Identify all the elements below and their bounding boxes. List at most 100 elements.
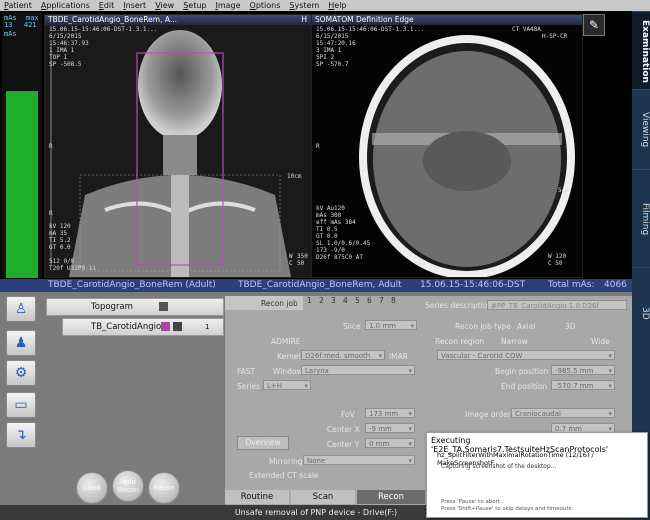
menu-options[interactable]: Options bbox=[250, 0, 281, 11]
transfer-icon[interactable]: ↴ bbox=[6, 422, 36, 448]
pane-marker: H bbox=[301, 15, 307, 24]
status-date: 15.06.15-15:46:06-DST bbox=[420, 280, 526, 290]
tab-viewing[interactable]: Viewing bbox=[632, 89, 650, 170]
test-runner-popup: Executing 'E2E_TA.Somaris7.TestsuiteHzSc… bbox=[426, 432, 648, 518]
recon-job-number[interactable]: 7 bbox=[379, 296, 384, 305]
job-type-label: Recon job type bbox=[455, 322, 511, 331]
hold-recon-button[interactable]: Hold Recon bbox=[112, 470, 144, 502]
pane2-scale: 5cm bbox=[558, 187, 569, 194]
axial-pane[interactable]: SOMATOM Definition Edge 15.06.15-15:46:0… bbox=[311, 14, 583, 278]
recon-job-label: Recon job bbox=[261, 299, 298, 308]
admire-checkbox[interactable]: ADMIRE bbox=[271, 337, 301, 346]
popup-note-2: Press 'Shift+Pause' to skip delays and t… bbox=[441, 506, 574, 512]
image-order-label: Image order bbox=[465, 410, 511, 419]
popup-note-1: Press 'Pause' to abort. bbox=[441, 499, 502, 505]
mirroring-dropdown[interactable]: None bbox=[303, 455, 415, 465]
patient-icon[interactable]: ♙ bbox=[6, 296, 36, 322]
series-type-label: Series bbox=[237, 382, 261, 391]
overview-button[interactable]: Overview bbox=[237, 436, 289, 450]
series-desc-input[interactable]: #PP_TB_CarotidAngio 1.0 D26f bbox=[487, 300, 627, 310]
status-mas-label: Total mAs: bbox=[548, 280, 595, 290]
window-label: Window bbox=[273, 367, 303, 376]
series-row[interactable]: TB_CarotidAngio 1 bbox=[62, 318, 224, 336]
extended-ct-checkbox[interactable]: Extended CT scale bbox=[249, 471, 319, 480]
series-desc-label: Series description bbox=[425, 301, 493, 310]
wide-radio[interactable]: Wide bbox=[591, 337, 610, 346]
series-number: 1 bbox=[205, 323, 210, 331]
pane2-orient-r: R bbox=[316, 143, 320, 150]
patient-model-icon[interactable]: ♟ bbox=[6, 330, 36, 356]
recon-job-number[interactable]: 6 bbox=[367, 296, 372, 305]
center-x-label: Center X bbox=[327, 425, 360, 434]
pane-orient-r2: R bbox=[49, 210, 53, 217]
menu-image[interactable]: Image bbox=[215, 0, 240, 11]
popup-status: Capturing screenshot of the desktop... bbox=[441, 463, 557, 470]
menu-patient[interactable]: Patient bbox=[4, 0, 32, 11]
pane2-params: kV Au120 mAs 300 eff mAs 384 TI 0.5 GT 0… bbox=[316, 205, 371, 261]
recon-job-number[interactable]: 8 bbox=[391, 296, 396, 305]
topogram-row[interactable]: Topogram bbox=[46, 298, 224, 316]
pane-c: C bbox=[289, 260, 293, 267]
wand-icon[interactable]: ✎ bbox=[583, 14, 605, 36]
pane-orient-r: R bbox=[49, 143, 53, 150]
menu-setup[interactable]: Setup bbox=[183, 0, 206, 11]
narrow-radio[interactable]: Narrow bbox=[501, 337, 528, 346]
gauge-value-left: 13 bbox=[4, 21, 13, 29]
pane-info: 15.06.15-15:46:06-DST-1.3.1... 6/15/2015… bbox=[49, 26, 158, 68]
window-dropdown[interactable]: Larynx bbox=[301, 365, 415, 375]
fov-input[interactable]: 173 mm bbox=[365, 408, 415, 418]
tab-scan[interactable]: Scan bbox=[291, 490, 355, 504]
menu-system[interactable]: System bbox=[289, 0, 319, 11]
axial-radio[interactable]: Axial bbox=[517, 322, 535, 331]
recon-job-number[interactable]: 3 bbox=[331, 296, 336, 305]
tab-routine[interactable]: Routine bbox=[225, 490, 289, 504]
pane2-info: 15.06.15-15:46:06-DST-1.3.1... 6/15/2015… bbox=[316, 26, 425, 68]
center-y-input[interactable]: 0 mm bbox=[365, 438, 415, 448]
load-button[interactable]: Load bbox=[76, 472, 108, 504]
workflow-icon[interactable]: ⚙ bbox=[6, 360, 36, 386]
status-mas-value: 4066 bbox=[604, 280, 627, 290]
pane-header: TBDE_CarotidAngio_BoneRem, A... H bbox=[45, 15, 311, 25]
recon-job-number[interactable]: 5 bbox=[355, 296, 360, 305]
fov-label: FoV bbox=[341, 410, 355, 419]
kernel-dropdown[interactable]: D26f med. smooth bbox=[301, 350, 385, 360]
recon-button[interactable]: Recon bbox=[148, 472, 180, 504]
tool-column: ♙ ♟ ⚙ ▭ ↴ bbox=[2, 294, 40, 454]
center-x-input[interactable]: -9 mm bbox=[365, 423, 415, 433]
imar-checkbox[interactable]: iMAR bbox=[389, 352, 408, 361]
status-protocol: TBDE_CarotidAngio_BoneRem (Adult) bbox=[48, 280, 216, 290]
menu-edit[interactable]: Edit bbox=[99, 0, 115, 11]
topogram-thumb-icon bbox=[159, 302, 168, 311]
recon-region-dropdown[interactable]: Vascular - Carotid COW bbox=[437, 350, 615, 360]
gauge-fill bbox=[6, 91, 38, 278]
menu-insert[interactable]: Insert bbox=[123, 0, 146, 11]
tab-examination[interactable]: Examination bbox=[632, 11, 650, 90]
menu-view[interactable]: View bbox=[155, 0, 174, 11]
begin-input[interactable]: -985.5 mm bbox=[551, 365, 615, 375]
3d-radio[interactable]: 3D bbox=[565, 322, 576, 331]
tab-filming[interactable]: Filming bbox=[632, 169, 650, 268]
topogram-pane[interactable]: TBDE_CarotidAngio_BoneRem, A... H 15.06.1… bbox=[44, 14, 312, 278]
begin-label: Begin position bbox=[495, 367, 549, 376]
series-type-dropdown[interactable]: L+H bbox=[263, 380, 311, 390]
fast-checkbox[interactable]: FAST bbox=[237, 367, 255, 376]
slice-input[interactable]: 1.0 mm bbox=[365, 320, 417, 330]
pane-scale: 10cm bbox=[287, 173, 302, 180]
pane-cv: 50 bbox=[297, 260, 305, 267]
gauge-value-right: 421 bbox=[24, 21, 37, 29]
recon-job-number[interactable]: 4 bbox=[343, 296, 348, 305]
tab-recon[interactable]: Recon bbox=[357, 490, 425, 504]
series-label: TB_CarotidAngio bbox=[91, 322, 162, 332]
recon-job-number[interactable]: 2 bbox=[319, 296, 324, 305]
tab-3d[interactable]: 3D bbox=[632, 267, 650, 358]
mas-gauge: mAs max 13 421 mAs bbox=[2, 12, 42, 278]
series-thumb-icon bbox=[161, 322, 170, 331]
end-input[interactable]: -570.7 mm bbox=[551, 380, 615, 390]
menu-applications[interactable]: Applications bbox=[41, 0, 90, 11]
menu-help[interactable]: Help bbox=[328, 0, 346, 11]
pane2-title: SOMATOM Definition Edge bbox=[315, 15, 414, 24]
recon-job-number[interactable]: 1 bbox=[307, 296, 312, 305]
table-icon[interactable]: ▭ bbox=[6, 392, 36, 418]
pane-title: TBDE_CarotidAngio_BoneRem, A... bbox=[48, 15, 177, 24]
image-order-dropdown[interactable]: Craniocaudal bbox=[511, 408, 615, 418]
